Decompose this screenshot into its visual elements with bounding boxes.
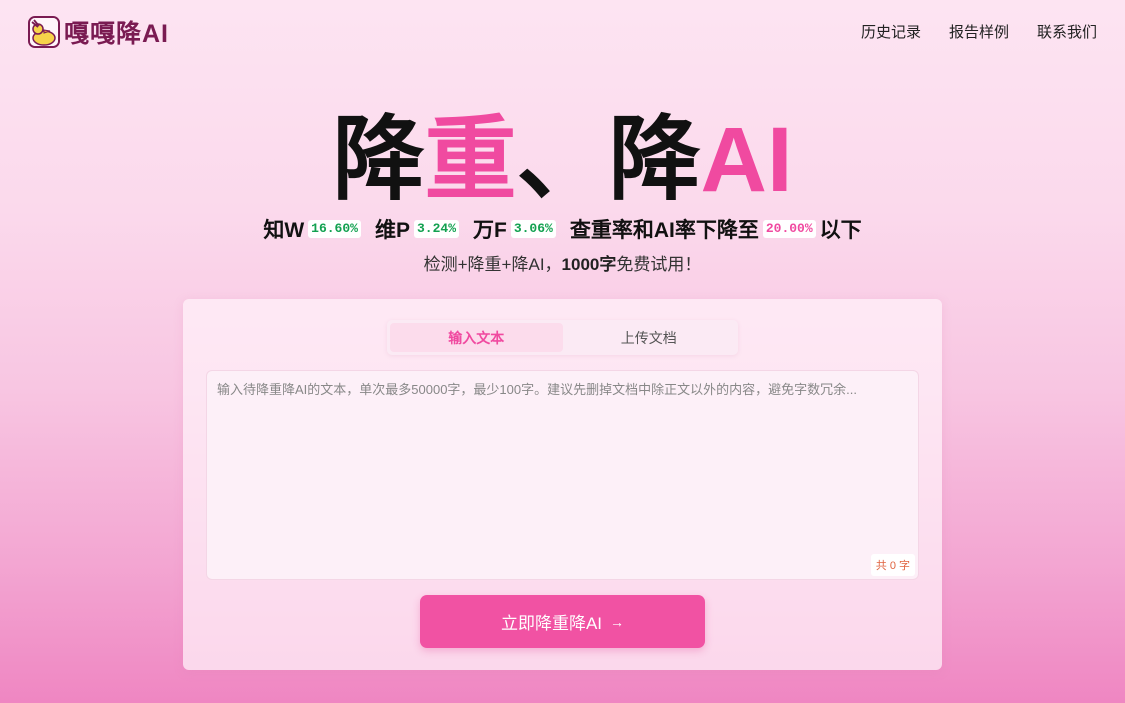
text-input-container: 共 0 字	[206, 370, 919, 580]
duck-logo-icon	[28, 16, 60, 48]
nav-history[interactable]: 历史记录	[861, 21, 921, 42]
input-card: 输入文本 上传文档 共 0 字 立即降重降AI →	[183, 299, 942, 670]
tab-upload-document[interactable]: 上传文档	[563, 323, 736, 352]
tagline-highlight: 1000字	[561, 255, 617, 274]
platform-3-label: 万F	[473, 219, 507, 242]
nav-contact[interactable]: 联系我们	[1037, 21, 1097, 42]
hero-title-part4: AI	[700, 109, 793, 211]
arrow-right-icon: →	[610, 613, 625, 630]
nav-report-sample[interactable]: 报告样例	[949, 21, 1009, 42]
input-mode-tabs: 输入文本 上传文档	[387, 320, 738, 355]
target-rate-badge: 20.00%	[762, 220, 816, 238]
logo[interactable]: 嘎嘎降AI	[28, 15, 169, 49]
tagline-suffix: 免费试用！	[616, 255, 702, 274]
tagline-prefix: 检测+降重+降AI，	[423, 255, 562, 274]
submit-label: 立即降重降AI	[500, 614, 603, 633]
platform-3-rate-badge: 3.06%	[510, 220, 556, 238]
hero-title: 降重、降AI	[0, 108, 1125, 212]
platform-1-label: 知W	[263, 219, 305, 242]
hero-title-part2: 重	[424, 109, 517, 211]
platform-2-rate-badge: 3.24%	[413, 220, 459, 238]
platform-2-label: 维P	[374, 219, 410, 242]
word-counter: 共 0 字	[870, 554, 915, 576]
claim-text: 查重率和AI率下降至	[569, 219, 759, 242]
platform-1-rate-badge: 16.60%	[308, 220, 361, 238]
hero-title-part3: 、降	[516, 109, 701, 211]
rate-claim-line: 知W 16.60% 维P 3.24% 万F 3.06% 查重率和AI率下降至 2…	[0, 214, 1125, 244]
hero-title-part1: 降	[332, 109, 425, 211]
submit-button[interactable]: 立即降重降AI →	[420, 595, 705, 648]
logo-text: 嘎嘎降AI	[64, 20, 170, 48]
top-nav: 历史记录 报告样例 联系我们	[861, 21, 1097, 42]
claim-suffix: 以下	[819, 219, 862, 242]
tab-input-text[interactable]: 输入文本	[390, 323, 563, 352]
tagline: 检测+降重+降AI，1000字免费试用！	[0, 250, 1125, 275]
text-input[interactable]	[207, 371, 918, 579]
header: 嘎嘎降AI 历史记录 报告样例 联系我们	[0, 0, 1125, 64]
